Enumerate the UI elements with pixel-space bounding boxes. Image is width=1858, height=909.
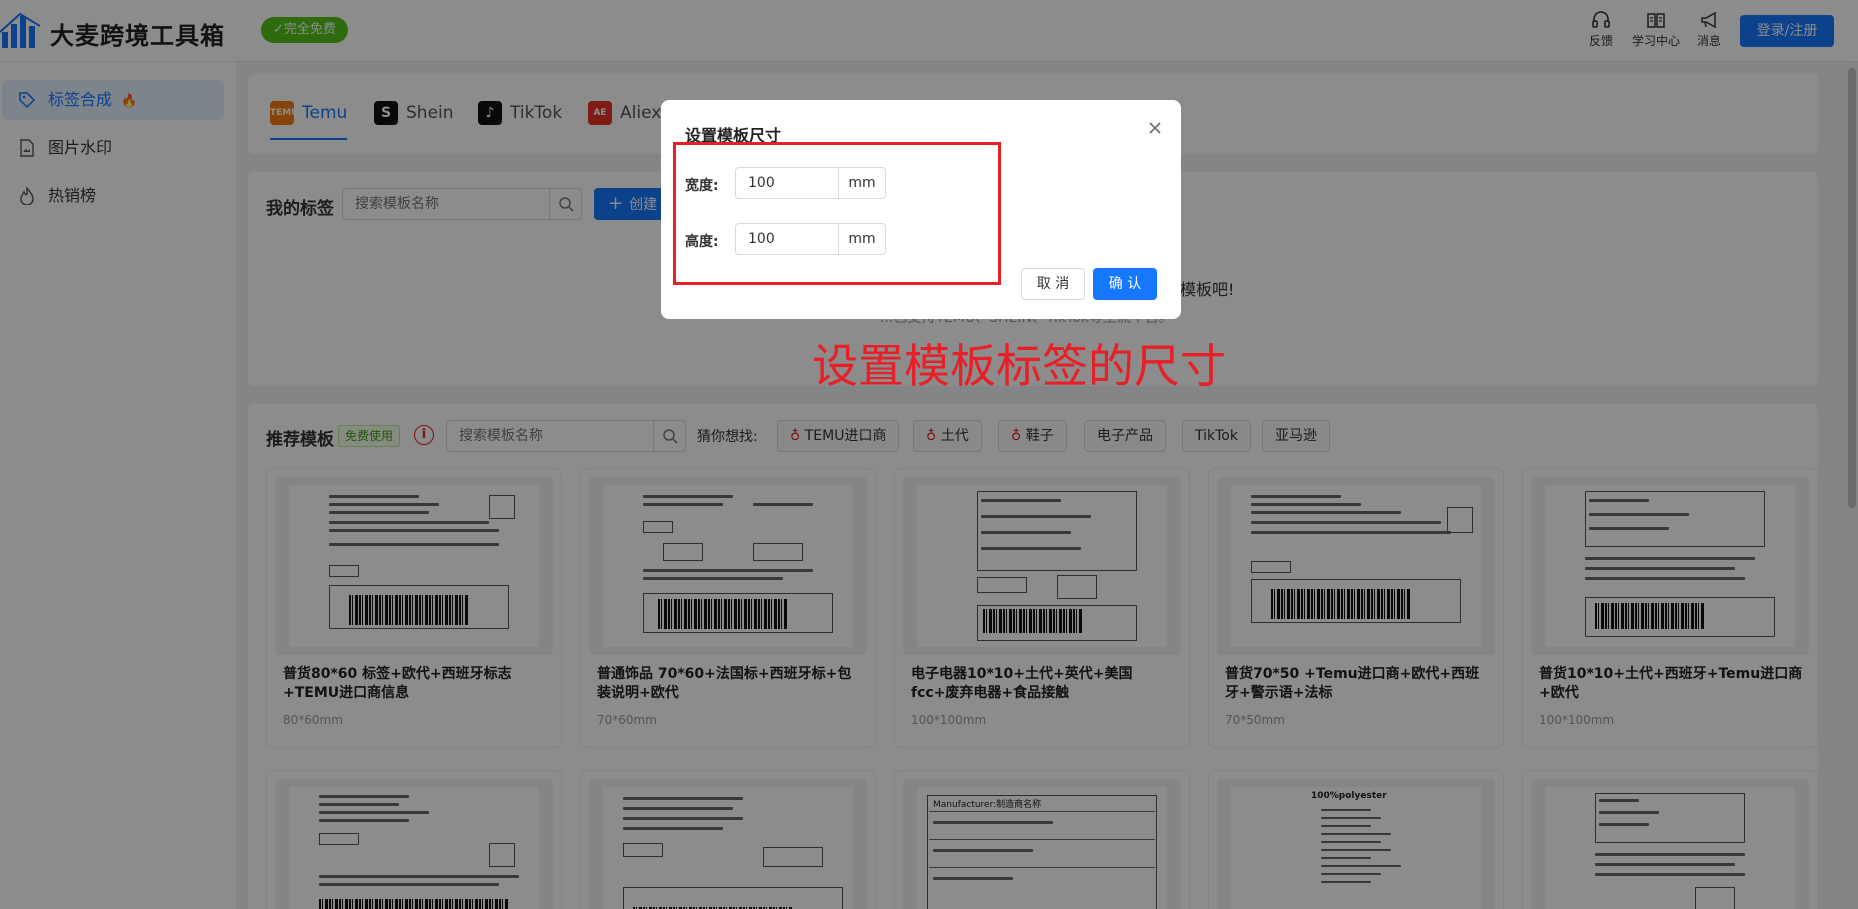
template-size-dialog: 设置模板尺寸 宽度: mm 高度: mm 取 消 确 认 <box>661 100 1181 319</box>
annotation-text: 设置模板标签的尺寸 <box>812 339 1226 393</box>
confirm-button[interactable]: 确 认 <box>1093 268 1157 300</box>
highlight-frame <box>673 142 1001 285</box>
cancel-button[interactable]: 取 消 <box>1021 268 1085 300</box>
close-icon[interactable] <box>1145 118 1165 138</box>
